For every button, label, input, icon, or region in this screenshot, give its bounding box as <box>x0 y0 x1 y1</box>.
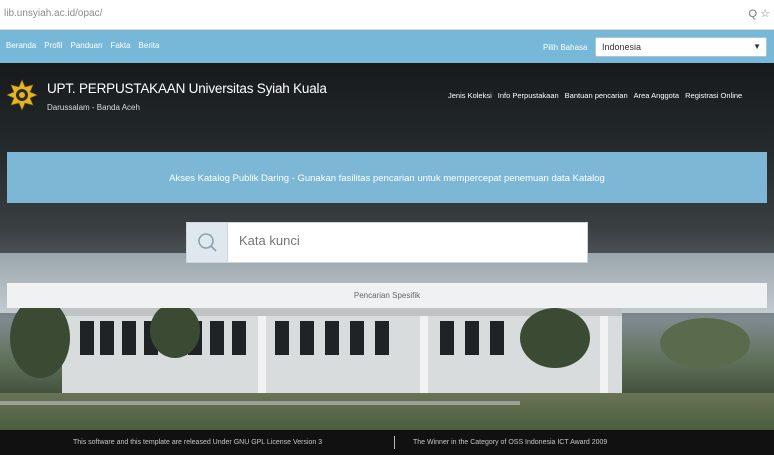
browser-address-bar: lib.unsyiah.ac.id/opac/ Q ☆ <box>0 0 774 30</box>
building-window <box>490 321 504 355</box>
footer-award-text: The Winner in the Category of OSS Indone… <box>413 439 608 446</box>
building-window <box>465 321 479 355</box>
building-window <box>80 321 94 355</box>
nav-info-perpustakaan[interactable]: Info Perpustakaan <box>498 91 559 100</box>
language-label: Pilih Bahasa <box>543 43 588 52</box>
university-logo-icon[interactable] <box>6 79 38 111</box>
address-url[interactable]: lib.unsyiah.ac.id/opac/ <box>4 8 102 19</box>
building-window <box>100 321 114 355</box>
building-window <box>375 321 389 355</box>
footer-divider <box>394 436 395 449</box>
building-window <box>275 321 289 355</box>
building-column <box>420 316 428 394</box>
nav-bantuan-pencarian[interactable]: Bantuan pencarian <box>565 91 628 100</box>
building-window <box>440 321 454 355</box>
building-window <box>300 321 314 355</box>
top-menu-bar: Beranda Profil Panduan Fakta Berita Pili… <box>0 30 774 63</box>
top-link-fakta[interactable]: Fakta <box>111 41 131 50</box>
top-link-panduan[interactable]: Panduan <box>70 41 102 50</box>
top-link-berita[interactable]: Berita <box>139 41 160 50</box>
lawn <box>0 393 774 430</box>
building-column <box>600 316 608 394</box>
road <box>0 401 520 405</box>
top-link-profil[interactable]: Profil <box>44 41 62 50</box>
building-window <box>210 321 224 355</box>
nav-registrasi-online[interactable]: Registrasi Online <box>685 91 742 100</box>
site-subtitle: Darussalam - Banda Aceh <box>47 103 140 112</box>
footer: This software and this template are rele… <box>0 430 774 455</box>
building-window <box>122 321 136 355</box>
tree <box>520 308 590 368</box>
search-icon[interactable] <box>187 223 228 262</box>
nav-area-anggota[interactable]: Area Anggota <box>634 91 679 100</box>
search-box <box>186 222 588 263</box>
building-window <box>350 321 364 355</box>
building-column <box>258 316 266 394</box>
search-input[interactable] <box>239 233 569 248</box>
browser-tools-icon[interactable]: Q ☆ <box>749 7 770 20</box>
specific-search-bar[interactable]: Pencarian Spesifik <box>7 283 767 308</box>
nav-jenis-koleksi[interactable]: Jenis Koleksi <box>448 91 492 100</box>
chevron-down-icon: ▼ <box>753 42 761 51</box>
info-banner: Akses Katalog Publik Daring - Gunakan fa… <box>7 152 767 203</box>
building-window <box>232 321 246 355</box>
language-value: Indonesia <box>602 42 642 52</box>
specific-search-label[interactable]: Pencarian Spesifik <box>7 291 767 300</box>
tree <box>660 318 750 368</box>
banner-text: Akses Katalog Publik Daring - Gunakan fa… <box>169 173 605 184</box>
tree <box>10 298 70 378</box>
language-select[interactable]: Indonesia ▼ <box>595 37 767 57</box>
top-links: Beranda Profil Panduan Fakta Berita <box>6 41 159 50</box>
site-title[interactable]: UPT. PERPUSTAKAAN Universitas Syiah Kual… <box>47 81 327 96</box>
top-link-beranda[interactable]: Beranda <box>6 41 36 50</box>
main-nav: Jenis Koleksi Info Perpustakaan Bantuan … <box>448 91 742 100</box>
tree <box>150 303 200 358</box>
building-window <box>325 321 339 355</box>
footer-license-text: This software and this template are rele… <box>73 439 323 446</box>
